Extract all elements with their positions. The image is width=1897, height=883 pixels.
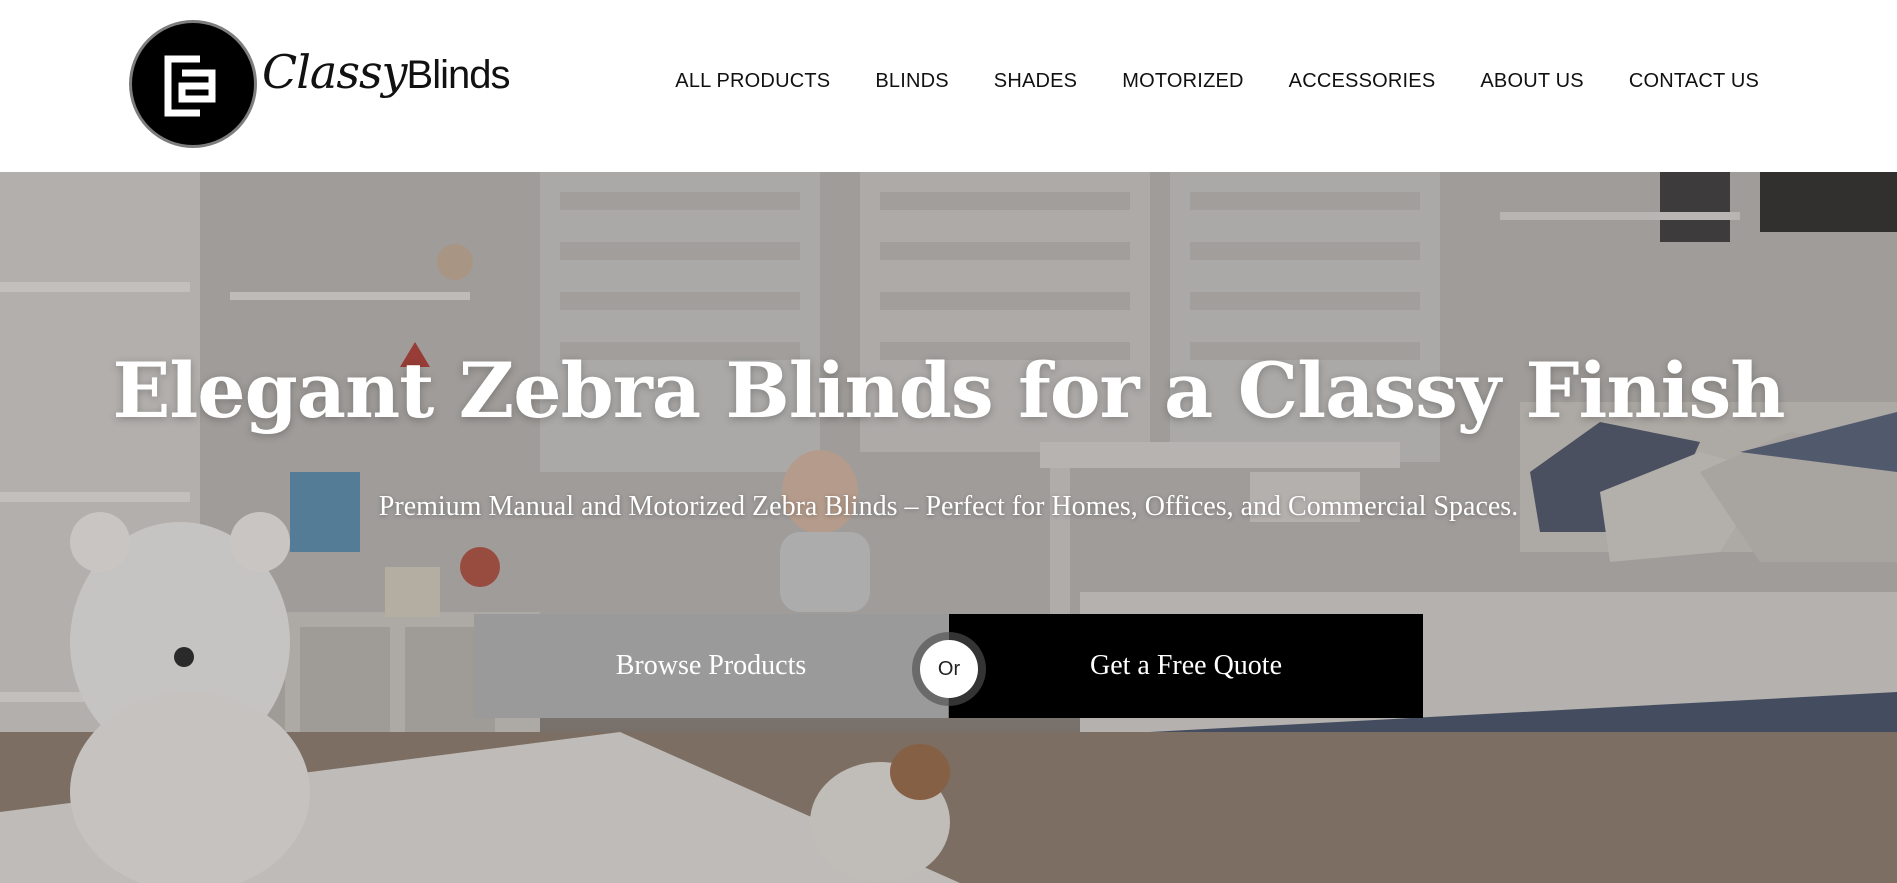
- nav-about-us[interactable]: ABOUT US: [1480, 70, 1583, 93]
- or-divider-badge: Or: [912, 632, 986, 706]
- nav-all-products[interactable]: ALL PRODUCTS: [675, 70, 830, 93]
- nav-blinds[interactable]: BLINDS: [875, 70, 948, 93]
- or-divider-label: Or: [920, 640, 978, 698]
- cb-monogram-icon: [164, 55, 216, 117]
- main-nav: ALL PRODUCTS BLINDS SHADES MOTORIZED ACC…: [630, 70, 1759, 93]
- logo-wordmark: ClassyBlinds: [262, 44, 510, 103]
- hero-section: Elegant Zebra Blinds for a Classy Finish…: [0, 172, 1897, 883]
- brand-logo[interactable]: ClassyBlinds: [129, 18, 510, 148]
- nav-contact-us[interactable]: CONTACT US: [1629, 70, 1759, 93]
- nav-accessories[interactable]: ACCESSORIES: [1289, 70, 1436, 93]
- nav-motorized[interactable]: MOTORIZED: [1122, 70, 1243, 93]
- browse-products-button[interactable]: Browse Products: [474, 614, 948, 718]
- logo-word-classy: Classy: [262, 45, 408, 99]
- hero-title: Elegant Zebra Blinds for a Classy Finish: [112, 346, 1785, 435]
- get-free-quote-button[interactable]: Get a Free Quote: [949, 614, 1423, 718]
- site-header: ClassyBlinds ALL PRODUCTS BLINDS SHADES …: [0, 0, 1897, 172]
- logo-circle: [129, 20, 257, 148]
- hero-overlay: [0, 172, 1897, 883]
- logo-word-blinds: Blinds: [406, 53, 511, 97]
- nav-shades[interactable]: SHADES: [994, 70, 1077, 93]
- hero-subtitle: Premium Manual and Motorized Zebra Blind…: [378, 491, 1519, 522]
